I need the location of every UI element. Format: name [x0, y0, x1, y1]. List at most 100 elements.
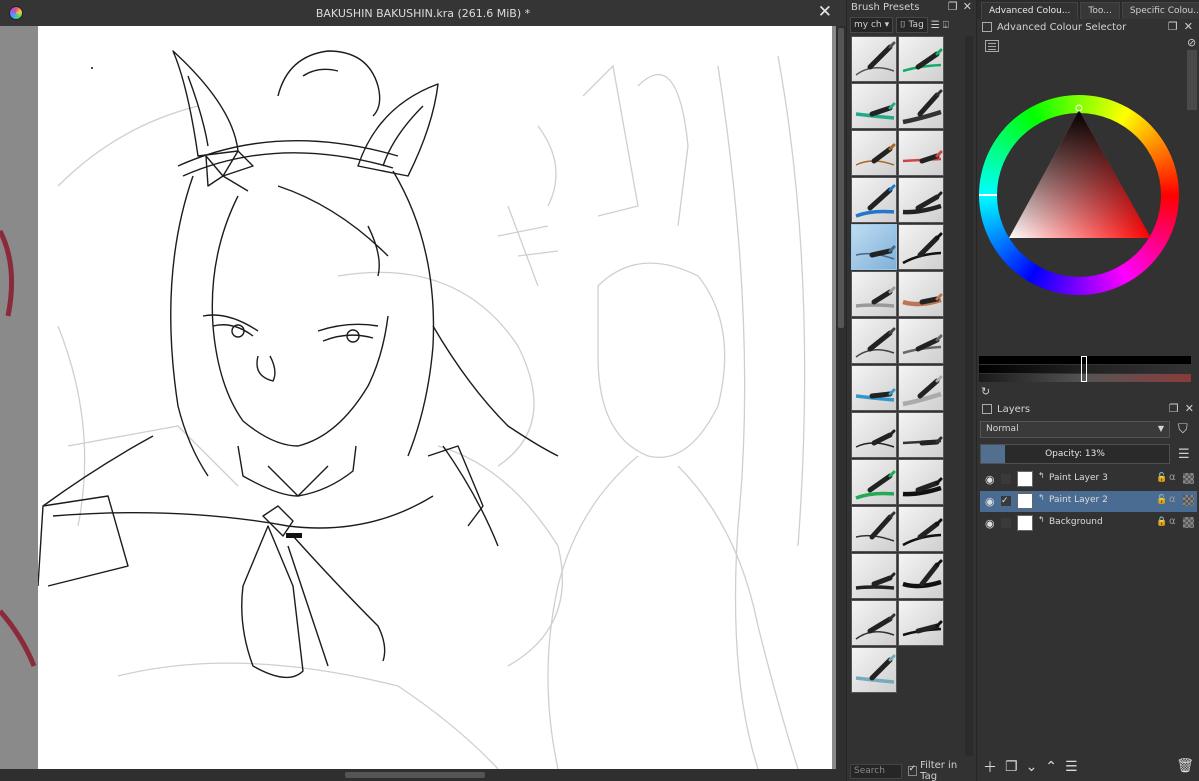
tag-button[interactable]: ⌷ Tag [896, 17, 928, 33]
selector-settings-icon[interactable] [985, 40, 999, 52]
brush-preset-tile[interactable] [898, 459, 944, 505]
brush-preset-tile[interactable] [851, 318, 897, 364]
layer-name[interactable]: Paint Layer 2 [1049, 495, 1108, 505]
layer-select-checkbox[interactable] [1001, 474, 1011, 484]
alpha-lock-icon[interactable]: α [1169, 494, 1176, 505]
canvas-horizontal-scrollbar[interactable] [0, 769, 846, 781]
canvas-vertical-scrollbar[interactable] [836, 26, 846, 769]
inherit-alpha-icon[interactable] [1183, 495, 1194, 506]
layer-list: ◉ ↰ Paint Layer 3 🔓 α ◉ ✓ ↰ Paint Layer 2 🔓 α ◉ ↰ Bac… [980, 469, 1197, 535]
brush-preset-tile[interactable] [851, 553, 897, 599]
shade-selector[interactable] [979, 356, 1191, 382]
close-icon[interactable]: ✕ [1185, 402, 1194, 415]
visibility-eye-icon[interactable]: ◉ [985, 517, 995, 530]
add-layer-icon[interactable]: ＋ [983, 757, 997, 777]
filter-in-tag-checkbox[interactable]: Filter in Tag [907, 760, 974, 781]
layer-row[interactable]: ◉ ↰ Background 🔒 α [980, 513, 1197, 534]
unlock-icon[interactable]: 🔓 [1156, 495, 1167, 505]
brush-preset-tile[interactable] [898, 36, 944, 82]
filter-icon[interactable]: ⛉ [1178, 422, 1188, 437]
tab-tool-options[interactable]: Too... [1080, 2, 1120, 19]
docker-tabbar: Advanced Colou... Too... Specific Colou.… [977, 0, 1199, 19]
visibility-eye-icon[interactable]: ◉ [985, 495, 995, 508]
layer-name[interactable]: Background [1049, 517, 1103, 527]
filter-in-tag-label: Filter in Tag [920, 760, 958, 781]
inherit-alpha-icon[interactable] [1183, 473, 1194, 484]
layer-properties-icon[interactable]: ☰ [1065, 759, 1078, 775]
layer-name[interactable]: Paint Layer 3 [1049, 473, 1108, 483]
colour-selector-scrollbar[interactable]: ⊘ [1187, 36, 1197, 336]
layer-row[interactable]: ◉ ✓ ↰ Paint Layer 2 🔓 α [980, 491, 1197, 512]
lock-icon[interactable]: 🔒 [1156, 517, 1167, 527]
brush-preset-tile[interactable] [898, 271, 944, 317]
layer-row[interactable]: ◉ ↰ Paint Layer 3 🔓 α [980, 469, 1197, 490]
brush-preset-tile[interactable] [851, 412, 897, 458]
brush-preset-tile[interactable] [898, 412, 944, 458]
canvas-paper[interactable] [38, 26, 832, 769]
unlock-icon[interactable]: 🔓 [1156, 473, 1167, 483]
brush-presets-scrollbar[interactable] [965, 36, 973, 756]
chevron-down-icon: ▼ [1157, 423, 1164, 433]
brush-preset-tile[interactable] [851, 83, 897, 129]
brush-preset-tile[interactable] [898, 83, 944, 129]
tab-advanced-colour[interactable]: Advanced Colou... [981, 2, 1079, 19]
advanced-colour-selector-title: Advanced Colour Selector [997, 21, 1127, 33]
brush-preset-tile[interactable] [851, 647, 897, 693]
brush-preset-tile[interactable] [851, 459, 897, 505]
import-icon[interactable]: ⍗ [943, 20, 949, 31]
close-icon[interactable]: ✕ [1184, 20, 1193, 33]
layer-select-checkbox[interactable] [1001, 518, 1011, 528]
brush-preset-tile[interactable] [898, 318, 944, 364]
blend-mode-select[interactable]: Normal ▼ [980, 420, 1170, 438]
brush-preset-tile[interactable] [898, 224, 944, 270]
brush-preset-tile[interactable] [851, 600, 897, 646]
scrollbar-thumb[interactable] [1187, 50, 1197, 110]
move-up-icon[interactable]: ⌃ [1045, 759, 1057, 775]
paint-layer-icon: ↰ [1038, 515, 1045, 524]
opacity-slider[interactable]: Opacity: 13% [980, 444, 1170, 464]
brush-preset-tile[interactable] [851, 130, 897, 176]
brush-stroke-icon [855, 184, 896, 218]
scrollbar-thumb[interactable] [838, 28, 844, 328]
preset-search-input[interactable]: Search [850, 763, 902, 779]
brush-stroke-icon [855, 654, 896, 684]
delete-layer-icon[interactable]: 🗑 [1176, 758, 1194, 774]
no-entry-icon: ⊘ [1187, 36, 1197, 49]
brush-preset-tile[interactable] [851, 365, 897, 411]
brush-preset-tile[interactable] [851, 177, 897, 223]
brush-preset-tile[interactable] [898, 130, 944, 176]
float-icon[interactable]: ❐ [1169, 402, 1179, 415]
brush-preset-tile[interactable] [851, 36, 897, 82]
close-document-icon[interactable]: ✕ [818, 3, 832, 21]
inherit-alpha-icon[interactable] [1183, 517, 1194, 528]
layer-select-checkbox[interactable]: ✓ [1001, 496, 1011, 506]
move-down-icon[interactable]: ⌄ [1026, 759, 1038, 775]
brush-preset-tile[interactable] [898, 506, 944, 552]
alpha-lock-icon[interactable]: α [1169, 472, 1176, 483]
drawing-canvas[interactable] [0, 26, 836, 769]
scrollbar-thumb[interactable] [345, 772, 485, 778]
hsv-colour-wheel[interactable] [979, 90, 1179, 300]
brush-stroke-icon [902, 477, 943, 497]
float-icon[interactable]: ❐ [948, 0, 958, 13]
brush-preset-tile[interactable] [851, 506, 897, 552]
tag-combo[interactable]: my ch ▾ [850, 17, 894, 33]
layers-menu-icon[interactable]: ☰ [1178, 447, 1190, 462]
refresh-icon[interactable]: ↻ [981, 385, 990, 398]
alpha-lock-icon[interactable]: α [1169, 516, 1176, 527]
brush-preset-tile[interactable] [898, 365, 944, 411]
brush-preset-tile[interactable] [898, 600, 944, 646]
brush-preset-tile[interactable] [851, 224, 897, 270]
brush-preset-tile[interactable] [898, 553, 944, 599]
visibility-eye-icon[interactable]: ◉ [985, 473, 995, 486]
chevron-down-icon: ▾ [884, 20, 890, 30]
brush-preset-tile[interactable] [851, 271, 897, 317]
brush-stroke-icon [902, 150, 943, 164]
float-icon[interactable]: ❐ [1168, 20, 1178, 33]
hue-indicator [979, 194, 997, 196]
close-icon[interactable]: ✕ [963, 0, 972, 13]
duplicate-layer-icon[interactable]: ❐ [1005, 759, 1018, 775]
view-menu-icon[interactable]: ☰ [931, 20, 940, 31]
brush-preset-tile[interactable] [898, 177, 944, 223]
tab-specific-colour[interactable]: Specific Colou... [1121, 2, 1199, 19]
